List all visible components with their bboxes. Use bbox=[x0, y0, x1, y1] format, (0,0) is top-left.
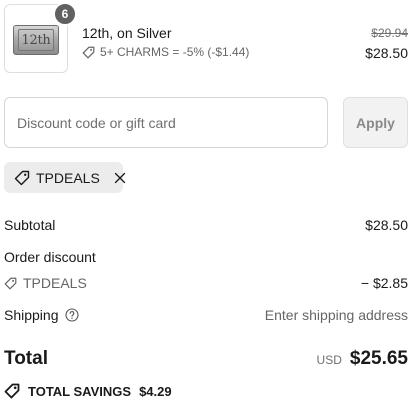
shipping-row: Shipping Enter shipping address bbox=[4, 307, 408, 323]
total-amount: $25.65 bbox=[349, 348, 408, 369]
cart-line-item: 12th 6 12th, on Silver 5+ CHARMS = -5% (… bbox=[4, 2, 408, 74]
savings-label: TOTAL SAVINGS bbox=[28, 383, 132, 399]
remove-discount-button[interactable] bbox=[114, 172, 126, 184]
help-icon[interactable] bbox=[64, 308, 79, 322]
tag-icon bbox=[14, 170, 30, 186]
charm-image: 12th bbox=[13, 25, 59, 55]
subtotal-row: Subtotal $28.50 bbox=[4, 217, 408, 233]
shipping-label-group: Shipping bbox=[4, 307, 79, 323]
shipping-label: Shipping bbox=[4, 307, 59, 323]
line-price: $28.50 bbox=[365, 45, 408, 61]
discount-code-input[interactable] bbox=[4, 97, 328, 148]
apply-button[interactable]: Apply bbox=[343, 97, 408, 148]
subtotal-label: Subtotal bbox=[4, 217, 56, 233]
shipping-value: Enter shipping address bbox=[264, 307, 408, 323]
total-savings: TOTAL SAVINGS $4.29 bbox=[4, 383, 172, 399]
tag-icon bbox=[82, 46, 95, 59]
product-discount-text: 5+ CHARMS = -5% (-$1.44) bbox=[100, 45, 250, 59]
charm-image-text: 12th bbox=[18, 29, 54, 51]
total-value-group: USD $25.65 bbox=[317, 348, 408, 370]
applied-discount-chip: TPDEALS bbox=[4, 162, 126, 193]
close-icon bbox=[114, 172, 125, 183]
tag-icon bbox=[4, 277, 17, 290]
product-discount: 5+ CHARMS = -5% (-$1.44) bbox=[82, 45, 249, 59]
original-price: $29.94 bbox=[371, 26, 408, 40]
discount-amount: − $2.85 bbox=[360, 275, 408, 291]
quantity-badge: 6 bbox=[53, 2, 77, 26]
product-title: 12th, on Silver bbox=[82, 25, 172, 41]
applied-code-text: TPDEALS bbox=[36, 169, 100, 186]
tag-icon bbox=[4, 383, 20, 399]
order-discount-label: Order discount bbox=[4, 249, 96, 265]
total-label: Total bbox=[4, 348, 48, 369]
total-row: Total USD $25.65 bbox=[4, 348, 408, 370]
currency-code: USD bbox=[316, 353, 342, 367]
discount-code-label: TPDEALS bbox=[4, 275, 87, 291]
discount-code-row: TPDEALS − $2.85 bbox=[4, 275, 408, 291]
discount-code-name: TPDEALS bbox=[23, 275, 87, 291]
order-discount-row: Order discount bbox=[4, 249, 408, 265]
savings-amount: $4.29 bbox=[139, 383, 172, 399]
subtotal-value: $28.50 bbox=[365, 217, 408, 233]
